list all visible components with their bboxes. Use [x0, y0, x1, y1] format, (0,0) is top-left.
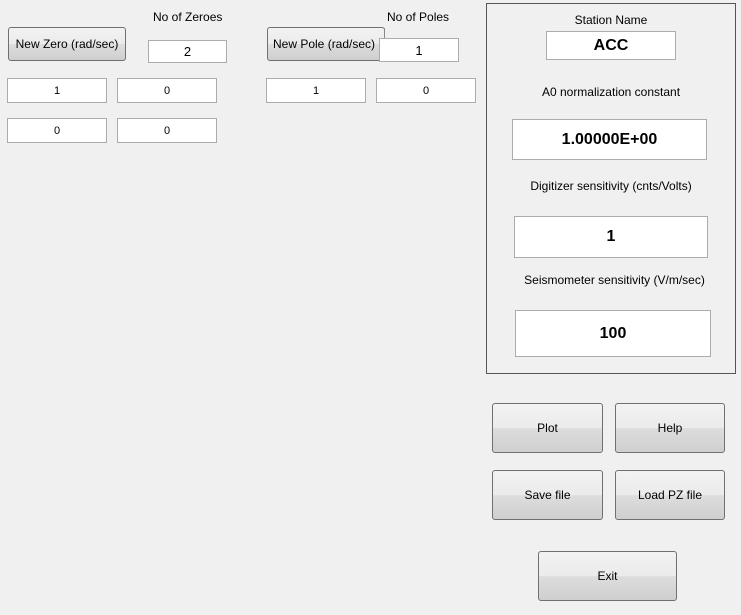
station-name-field[interactable]: ACC [546, 31, 676, 60]
save-file-button[interactable]: Save file [492, 470, 603, 520]
new-zero-button[interactable]: New Zero (rad/sec) [8, 27, 126, 61]
plot-button[interactable]: Plot [492, 403, 603, 453]
station-name-label: Station Name [574, 13, 648, 27]
digitizer-field[interactable]: 1 [514, 216, 708, 258]
zero-2-real-field[interactable]: 0 [7, 118, 107, 143]
zero-1-imag-field[interactable]: 0 [117, 78, 217, 103]
zero-count-field[interactable]: 2 [148, 40, 227, 63]
zero-count-label: No of Zeroes [153, 10, 223, 24]
pole-1-real-field[interactable]: 1 [266, 78, 366, 103]
pole-count-label: No of Poles [387, 10, 450, 24]
a0-label: A0 normalization constant [541, 85, 681, 99]
pole-count-field[interactable]: 1 [379, 38, 459, 62]
zero-2-imag-field[interactable]: 0 [117, 118, 217, 143]
new-pole-button[interactable]: New Pole (rad/sec) [267, 27, 385, 61]
seismometer-label: Seismometer sensitivity (V/m/sec) [524, 273, 705, 287]
pole-1-imag-field[interactable]: 0 [376, 78, 476, 103]
a0-field[interactable]: 1.00000E+00 [512, 119, 707, 160]
digitizer-label: Digitizer sensitivity (cnts/Volts) [530, 179, 692, 193]
help-button[interactable]: Help [615, 403, 725, 453]
zero-1-real-field[interactable]: 1 [7, 78, 107, 103]
seismometer-field[interactable]: 100 [515, 310, 711, 357]
load-pz-file-button[interactable]: Load PZ file [615, 470, 725, 520]
exit-button[interactable]: Exit [538, 551, 677, 601]
